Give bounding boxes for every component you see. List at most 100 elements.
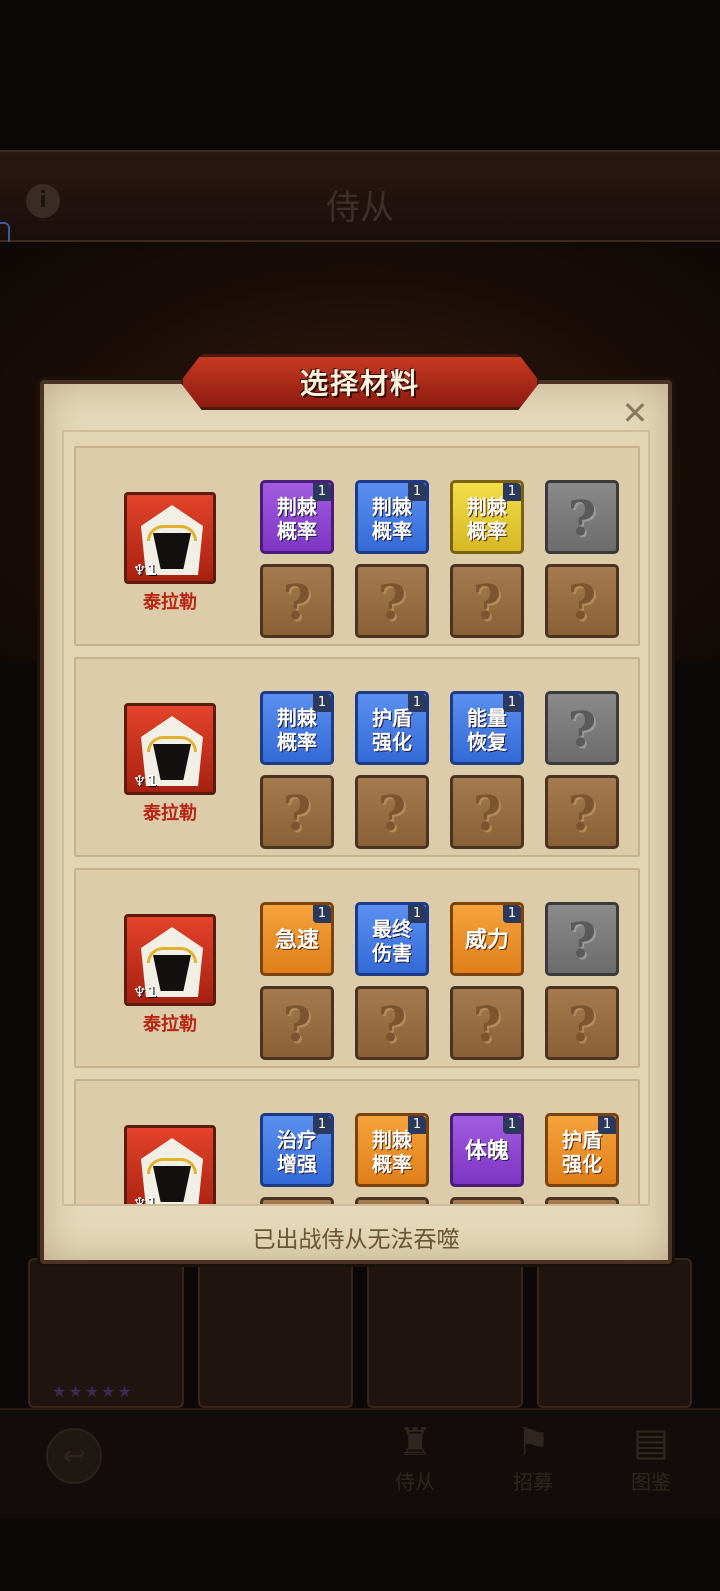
empty-skill-slot[interactable]: ? [545, 564, 619, 638]
skill-slot[interactable]: 荆棘 概率 1 [260, 691, 334, 765]
companion-card[interactable] [367, 1258, 523, 1408]
skill-slot[interactable]: 荆棘 概率 1 [260, 480, 334, 554]
companion-name: 泰拉勒 [143, 1014, 197, 1035]
question-mark-icon: ? [377, 786, 407, 842]
nav-tab-recruit[interactable]: ⚑ 招募 [488, 1418, 578, 1495]
empty-skill-slot[interactable]: ? [545, 775, 619, 849]
skill-label: 荆棘 概率 [277, 706, 317, 754]
dialog-title: 选择材料 [299, 367, 420, 400]
companion-name: 泰拉勒 [143, 592, 197, 613]
empty-skill-slot[interactable]: ? [450, 1197, 524, 1204]
dialog-title-banner: 选择材料 [180, 354, 540, 410]
skill-level-badge: 1 [313, 1116, 331, 1134]
question-mark-icon: ? [472, 786, 502, 842]
empty-skill-slot[interactable]: ? [260, 564, 334, 638]
skill-level-badge: 1 [408, 694, 426, 712]
nav-tab-label: 侍从 [395, 1470, 435, 1494]
book-icon: ▤ [633, 1420, 669, 1464]
skill-label: 荆棘 概率 [372, 495, 412, 543]
skill-label: 急速 [274, 928, 319, 953]
empty-skill-slot[interactable]: ? [450, 986, 524, 1060]
companion-avatar[interactable]: ♆1 [124, 492, 216, 584]
nav-tab-companions[interactable]: ♜ 侍从 [370, 1418, 460, 1495]
material-row[interactable]: ♆1 泰拉勒 荆棘 概率 1 荆棘 概率 1 荆棘 概率 1????? [74, 446, 640, 646]
empty-skill-slot[interactable]: ? [260, 1197, 334, 1204]
companion-card[interactable] [197, 1258, 353, 1408]
question-mark-icon: ? [567, 786, 597, 842]
question-mark-icon: ? [567, 913, 597, 969]
empty-skill-slot[interactable]: ? [355, 986, 429, 1060]
skill-level-badge: 1 [408, 483, 426, 501]
locked-skill-slot[interactable]: ? [545, 691, 619, 765]
companion-name: 泰拉勒 [143, 803, 197, 824]
empty-skill-slot[interactable]: ? [355, 1197, 429, 1204]
empty-skill-slot[interactable]: ? [355, 564, 429, 638]
skill-slot[interactable]: 治疗 增强 1 [260, 1113, 334, 1187]
nav-tab-label: 招募 [513, 1470, 553, 1494]
scroll-icon: ⚑ [515, 1420, 551, 1464]
nav-tab-codex[interactable]: ▤ 图鉴 [606, 1418, 696, 1495]
empty-skill-slot[interactable]: ? [260, 775, 334, 849]
companion-avatar[interactable]: ♆1 [124, 1125, 216, 1206]
locked-skill-slot[interactable]: ? [545, 902, 619, 976]
skill-level-badge: 1 [313, 905, 331, 923]
skill-slot[interactable]: 荆棘 概率 1 [450, 480, 524, 554]
skill-label: 荆棘 概率 [277, 495, 317, 543]
skill-label: 治疗 增强 [277, 1128, 317, 1176]
skill-slot[interactable]: 护盾 强化 1 [355, 691, 429, 765]
question-mark-icon: ? [567, 997, 597, 1053]
skill-level-badge: 1 [503, 694, 521, 712]
skill-slot[interactable]: 体魄 1 [450, 1113, 524, 1187]
empty-skill-slot[interactable]: ? [450, 564, 524, 638]
skill-level-badge: 1 [408, 905, 426, 923]
companion-avatar[interactable]: ♆1 [124, 914, 216, 1006]
skill-slot[interactable]: 荆棘 概率 1 [355, 1113, 429, 1187]
material-row[interactable]: ♆1 泰拉勒 急速 1 最终 伤害 1 威力 1????? [74, 868, 640, 1068]
companion-avatar[interactable]: ♆1 [124, 703, 216, 795]
question-mark-icon: ? [567, 575, 597, 631]
skill-slot[interactable]: 急速 1 [260, 902, 334, 976]
companion-level: ♆1 [133, 772, 157, 790]
question-mark-icon: ? [282, 575, 312, 631]
skill-label: 护盾 强化 [372, 706, 412, 754]
skill-slot[interactable]: 护盾 强化 1 [545, 1113, 619, 1187]
back-arrow-icon[interactable]: ↩ [46, 1428, 102, 1484]
skill-label: 最终 伤害 [372, 917, 412, 965]
page-title: 侍从 [326, 188, 394, 228]
skill-slot[interactable]: 最终 伤害 1 [355, 902, 429, 976]
material-row[interactable]: ♆1泰拉勒治疗增强1荆棘概率1体魄1护盾强化1???? [74, 1079, 640, 1206]
skill-slot[interactable]: 能量 恢复 1 [450, 691, 524, 765]
material-list[interactable]: ♆1 泰拉勒 荆棘 概率 1 荆棘 概率 1 荆棘 概率 1????? ♆1 泰拉勒 荆棘 概率 1 护盾 强化 1… [62, 430, 650, 1206]
question-mark-icon: ? [377, 997, 407, 1053]
skill-label: 荆棘 概率 [467, 495, 507, 543]
question-mark-icon: ? [282, 997, 312, 1053]
companion-card[interactable] [536, 1258, 692, 1408]
skill-slot[interactable]: 威力 1 [450, 902, 524, 976]
question-mark-icon: ? [377, 575, 407, 631]
skill-level-badge: 1 [503, 1116, 521, 1134]
skill-label: 荆棘 概率 [372, 1128, 412, 1176]
skill-label: 威力 [464, 928, 509, 953]
skill-label: 体魄 [464, 1139, 509, 1164]
question-mark-icon: ? [567, 702, 597, 758]
empty-skill-slot[interactable]: ? [260, 986, 334, 1060]
empty-skill-slot[interactable]: ? [355, 775, 429, 849]
nav-tab-label: 图鉴 [631, 1470, 671, 1494]
skill-level-badge: 1 [313, 483, 331, 501]
empty-skill-slot[interactable]: ? [545, 1197, 619, 1204]
empty-skill-slot[interactable]: ? [545, 986, 619, 1060]
question-mark-icon: ? [282, 786, 312, 842]
skill-level-badge: 1 [313, 694, 331, 712]
empty-skill-slot[interactable]: ? [450, 775, 524, 849]
material-row[interactable]: ♆1 泰拉勒 荆棘 概率 1 护盾 强化 1 能量 恢复 1????? [74, 657, 640, 857]
skill-level-badge: 1 [598, 1116, 616, 1134]
skill-label: 能量 恢复 [467, 706, 507, 754]
locked-skill-slot[interactable]: ? [545, 480, 619, 554]
question-mark-icon: ? [567, 491, 597, 547]
helmet-icon: ♜ [397, 1420, 433, 1464]
companion-level: ♆1 [133, 1194, 157, 1206]
skill-level-badge: 1 [408, 1116, 426, 1134]
skill-level-badge: 1 [503, 905, 521, 923]
close-icon[interactable]: ✕ [618, 396, 652, 430]
skill-slot[interactable]: 荆棘 概率 1 [355, 480, 429, 554]
